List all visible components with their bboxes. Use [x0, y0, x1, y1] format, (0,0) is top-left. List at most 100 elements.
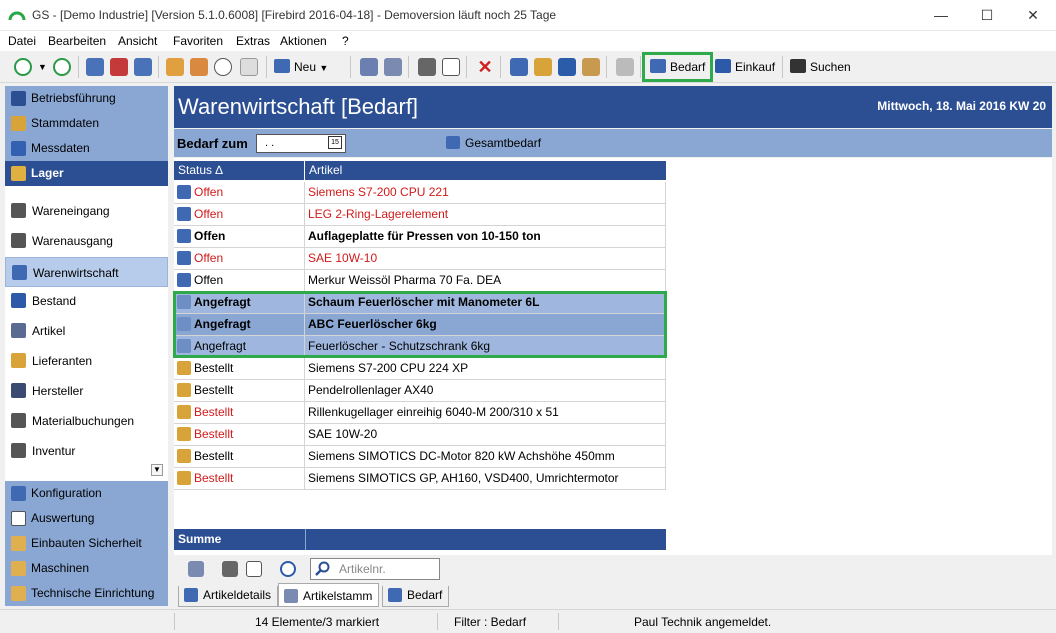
forward-icon[interactable] [53, 58, 71, 76]
print-preview-icon[interactable] [246, 561, 262, 577]
status-cell[interactable]: Bestellt [174, 402, 305, 424]
sidebar-item-warenausgang[interactable]: Warenausgang [5, 226, 168, 256]
article-cell[interactable]: Siemens SIMOTICS DC-Motor 820 kW Achshöh… [305, 446, 666, 468]
sidebar-item-lieferanten[interactable]: Lieferanten [5, 346, 168, 376]
article-cell[interactable]: SAE 10W-10 [305, 248, 666, 270]
suchen-button[interactable]: Suchen [790, 56, 851, 78]
table-row[interactable]: Bestellt Siemens SIMOTICS DC-Motor 820 kW… [174, 446, 666, 468]
status-cell[interactable]: Angefragt [174, 336, 305, 358]
tab-artikeldetails[interactable]: Artikeldetails [178, 586, 279, 607]
table-row[interactable]: Angefragt Feuerlöscher - Schutzschrank 6k… [174, 336, 666, 358]
delete-icon[interactable]: ✕ [476, 58, 494, 76]
table-row[interactable]: Angefragt ABC Feuerlöscher 6kg [174, 314, 666, 336]
column-header-status[interactable]: Status ∆ [174, 161, 304, 180]
menu-extras[interactable]: Extras [236, 34, 270, 48]
sidebar-item-auswertung[interactable]: Auswertung [5, 506, 168, 531]
user-info-icon[interactable] [134, 58, 152, 76]
menu-datei[interactable]: Datei [8, 34, 36, 48]
article-cell[interactable]: Siemens S7-200 CPU 221 [305, 182, 666, 204]
article-cell[interactable]: Rillenkugellager einreihig 6040-M 200/31… [305, 402, 666, 424]
sidebar-item-artikel[interactable]: Artikel [5, 316, 168, 346]
transfer-icon[interactable] [558, 58, 576, 76]
article-cell[interactable]: Merkur Weissöl Pharma 70 Fa. DEA [305, 270, 666, 292]
status-cell[interactable]: Offen [174, 248, 305, 270]
sidebar-item-konfiguration[interactable]: Konfiguration [5, 481, 168, 506]
article-cell[interactable]: SAE 10W-20 [305, 424, 666, 446]
status-cell[interactable]: Offen [174, 226, 305, 248]
einkauf-button[interactable]: Einkauf [715, 56, 775, 78]
tab-artikelstamm[interactable]: Artikelstamm [278, 583, 380, 607]
sidebar-item-technische-einrichtung[interactable]: Technische Einrichtung [5, 581, 168, 606]
table-row[interactable]: Bestellt Siemens SIMOTICS GP, AH160, VSD4… [174, 468, 666, 490]
table-row[interactable]: Offen Merkur Weissöl Pharma 70 Fa. DEA [174, 270, 666, 292]
chat-icon[interactable] [240, 58, 258, 76]
user-icon[interactable] [86, 58, 104, 76]
sidebar-item-wareneingang[interactable]: Wareneingang [5, 196, 168, 226]
article-cell[interactable]: ABC Feuerlöscher 6kg [305, 314, 666, 336]
sidebar-scroll-down-icon[interactable]: ▼ [151, 464, 163, 476]
sidebar-item-hersteller[interactable]: Hersteller [5, 376, 168, 406]
status-cell[interactable]: Offen [174, 204, 305, 226]
new-button[interactable]: Neu ▼ [274, 56, 328, 78]
table-row[interactable]: Bestellt Pendelrollenlager AX40 [174, 380, 666, 402]
table-row[interactable]: Offen SAE 10W-10 [174, 248, 666, 270]
sidebar-item-betriebsfuehrung[interactable]: Betriebsführung [5, 86, 168, 111]
status-cell[interactable]: Offen [174, 182, 305, 204]
menu-favoriten[interactable]: Favoriten [173, 34, 223, 48]
close-button[interactable]: ✕ [1010, 0, 1056, 31]
arrow-up-icon[interactable] [280, 561, 296, 577]
back-icon[interactable] [14, 58, 32, 76]
status-cell[interactable]: Angefragt [174, 314, 305, 336]
print-preview-icon[interactable] [442, 58, 460, 76]
minimize-button[interactable]: — [918, 0, 964, 31]
clock-24-icon[interactable] [214, 58, 232, 76]
print-icon[interactable] [418, 58, 436, 76]
sidebar-item-stammdaten[interactable]: Stammdaten [5, 111, 168, 136]
menu-aktionen[interactable]: Aktionen [280, 34, 327, 48]
sidebar-item-bestand[interactable]: Bestand [5, 286, 168, 316]
table-row[interactable]: Offen LEG 2-Ring-Lagerelement [174, 204, 666, 226]
table-row[interactable]: Bestellt SAE 10W-20 [174, 424, 666, 446]
menu-help[interactable]: ? [342, 34, 349, 48]
article-cell[interactable]: Pendelrollenlager AX40 [305, 380, 666, 402]
schedule-icon[interactable] [190, 58, 208, 76]
table-row[interactable]: Offen Siemens S7-200 CPU 221 [174, 182, 666, 204]
sidebar-item-maschinen[interactable]: Maschinen [5, 556, 168, 581]
article-cell[interactable]: Siemens S7-200 CPU 224 XP [305, 358, 666, 380]
group-icon[interactable] [166, 58, 184, 76]
article-cell[interactable]: Feuerlöscher - Schutzschrank 6kg [305, 336, 666, 358]
gesamtbedarf-button[interactable]: Gesamtbedarf [446, 136, 541, 150]
article-cell[interactable]: Auflageplatte für Pressen von 10-150 ton [305, 226, 666, 248]
status-cell[interactable]: Bestellt [174, 380, 305, 402]
sidebar-item-materialbuchungen[interactable]: Materialbuchungen [5, 406, 168, 436]
sidebar-group-lager[interactable]: Lager [5, 161, 168, 186]
bedarf-button[interactable]: Bedarf [641, 52, 714, 82]
sidebar-item-inventur[interactable]: Inventur [5, 436, 168, 466]
status-cell[interactable]: Bestellt [174, 446, 305, 468]
request-icon[interactable] [582, 58, 600, 76]
table-row[interactable]: Offen Auflageplatte für Pressen von 10-15… [174, 226, 666, 248]
sidebar-item-messdaten[interactable]: Messdaten [5, 136, 168, 161]
table-row[interactable]: Bestellt Rillenkugellager einreihig 6040-… [174, 402, 666, 424]
table-row[interactable]: Bestellt Siemens S7-200 CPU 224 XP [174, 358, 666, 380]
table-row[interactable]: Angefragt Schaum Feuerlöscher mit Manomet… [174, 292, 666, 314]
document-icon[interactable] [510, 58, 528, 76]
user-remove-icon[interactable] [110, 58, 128, 76]
chevron-down-icon[interactable]: ▼ [38, 58, 48, 76]
sidebar-item-einbauten-sicherheit[interactable]: Einbauten Sicherheit [5, 531, 168, 556]
status-cell[interactable]: Bestellt [174, 468, 305, 490]
article-cell[interactable]: Schaum Feuerlöscher mit Manometer 6L [305, 292, 666, 314]
print-icon[interactable] [222, 561, 238, 577]
column-header-artikel[interactable]: Artikel [305, 161, 666, 180]
article-cell[interactable]: LEG 2-Ring-Lagerelement [305, 204, 666, 226]
tab-bedarf[interactable]: Bedarf [382, 586, 450, 607]
tools-icon[interactable] [188, 561, 204, 577]
maximize-button[interactable]: ☐ [964, 0, 1010, 31]
status-cell[interactable]: Bestellt [174, 358, 305, 380]
status-cell[interactable]: Offen [174, 270, 305, 292]
calendar-icon[interactable]: 15 [328, 136, 342, 149]
status-cell[interactable]: Angefragt [174, 292, 305, 314]
menu-bearbeiten[interactable]: Bearbeiten [48, 34, 106, 48]
handshake-icon[interactable] [616, 58, 634, 76]
menu-ansicht[interactable]: Ansicht [118, 34, 157, 48]
